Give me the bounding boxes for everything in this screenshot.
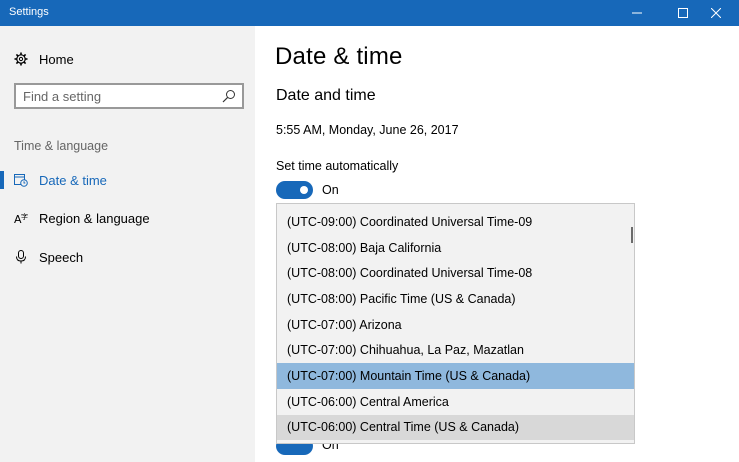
minimize-icon [632, 12, 642, 14]
close-button[interactable] [693, 0, 739, 26]
time-zone-option[interactable]: (UTC-08:00) Pacific Time (US & Canada) [277, 286, 634, 312]
time-zone-option[interactable]: (UTC-07:00) Chihuahua, La Paz, Mazatlan [277, 338, 634, 364]
title-bar: Settings [0, 0, 739, 26]
page-title: Date & time [275, 43, 403, 70]
time-zone-option-selected[interactable]: (UTC-07:00) Mountain Time (US & Canada) [277, 363, 634, 389]
set-time-automatically-toggle[interactable] [276, 181, 313, 199]
toggle-knob [300, 186, 308, 194]
time-zone-option[interactable]: (UTC-08:00) Baja California [277, 235, 634, 261]
scrollbar-thumb[interactable] [631, 227, 633, 243]
search-icon[interactable] [222, 89, 236, 103]
search-input[interactable] [23, 88, 213, 104]
home-label: Home [39, 51, 74, 67]
time-zone-option[interactable]: (UTC-06:00) Central America [277, 389, 634, 415]
calendar-clock-icon [14, 173, 28, 187]
set-time-automatically-label: Set time automatically [276, 159, 399, 173]
time-zone-option[interactable]: (UTC-07:00) Arizona [277, 312, 634, 338]
time-zone-option[interactable]: (UTC-09:00) Coordinated Universal Time-0… [277, 209, 634, 235]
section-heading: Date and time [276, 87, 376, 104]
search-box [14, 83, 244, 109]
time-zone-option[interactable]: (UTC-08:00) Coordinated Universal Time-0… [277, 260, 634, 286]
sidebar-item-date-time[interactable]: Date & time [0, 167, 255, 193]
sidebar: Home Time & language Date & time A字 Regi… [0, 26, 255, 462]
time-zone-option-hovered[interactable]: (UTC-06:00) Central Time (US & Canada) [277, 414, 634, 441]
language-icon: A字 [14, 211, 28, 225]
sidebar-item-label: Speech [39, 249, 84, 265]
close-icon [711, 8, 721, 18]
time-zone-dropdown-list[interactable]: (UTC-09:00) Coordinated Universal Time-0… [276, 203, 635, 444]
gear-icon [14, 52, 28, 66]
sidebar-item-label: Date & time [39, 172, 107, 188]
microphone-icon [14, 250, 28, 264]
sidebar-item-region-language[interactable]: A字 Region & language [0, 205, 255, 231]
sidebar-item-speech[interactable]: Speech [0, 244, 255, 270]
window-title: Settings [9, 6, 49, 18]
current-datetime: 5:55 AM, Monday, June 26, 2017 [276, 123, 459, 137]
minimize-button[interactable] [614, 0, 660, 26]
maximize-icon [678, 8, 688, 18]
svg-text:字: 字 [21, 212, 28, 221]
home-nav-item[interactable]: Home [14, 50, 74, 68]
section-label: Time & language [14, 139, 109, 153]
sidebar-item-label: Region & language [39, 210, 150, 226]
toggle-state-label: On [322, 183, 339, 197]
